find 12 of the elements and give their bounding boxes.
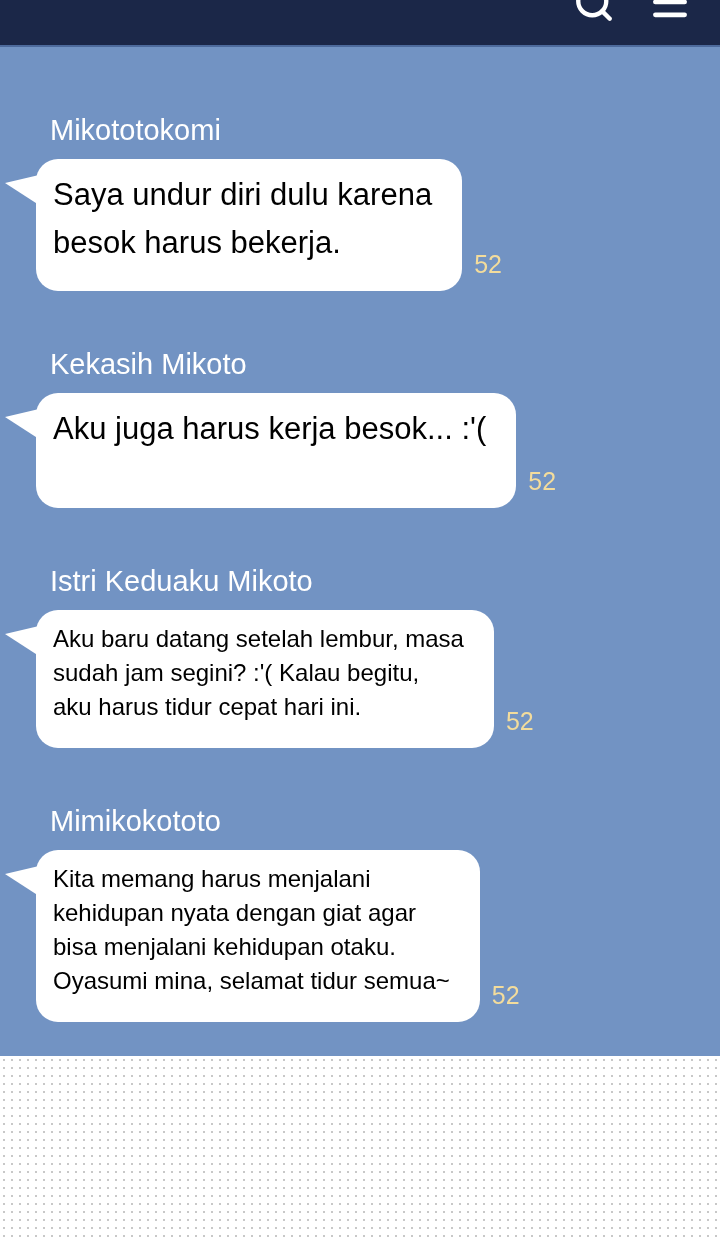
read-count: 52 xyxy=(491,979,520,1011)
sender-name: Mikototokomi xyxy=(50,113,221,147)
sender-name: Kekasih Mikoto xyxy=(50,347,247,381)
sender-name: Istri Keduaku Mikoto xyxy=(50,564,313,598)
read-count: 52 xyxy=(528,465,557,497)
message-text: Aku juga harus kerja besok... :'( xyxy=(53,410,487,448)
sender-name: Mimikokototo xyxy=(50,804,221,838)
read-count: 52 xyxy=(505,705,534,737)
read-count: 52 xyxy=(474,248,502,280)
message-text: Kita memang harus menjalani kehidupan nyata dengan giat agar bisa menjalani kehidupan otaku. Oyasumi mina, selamat tidur semua~ xyxy=(53,864,450,996)
message-text: Saya undur diri dulu karena besok harus bekerja. xyxy=(53,176,433,262)
message-text: Aku baru datang setelah lembur, masa sudah jam segini? :'( Kalau begitu, aku harus tidur cepat hari ini. xyxy=(53,624,464,722)
